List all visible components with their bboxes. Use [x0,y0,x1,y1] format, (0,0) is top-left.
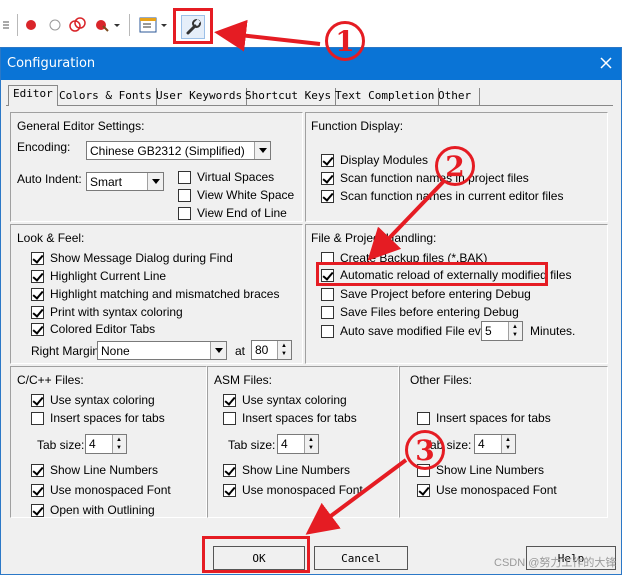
watermark: CSDN @努力工作的大锋 [494,557,617,569]
arrow-step-2 [367,179,446,261]
annotation-arrows [214,19,446,535]
screenshot: Configuration Editor Colors & Fonts User… [0,0,622,575]
arrow-step-1 [214,19,321,52]
tab-editor[interactable]: Editor [8,85,58,106]
arrow-step-3 [305,458,408,535]
